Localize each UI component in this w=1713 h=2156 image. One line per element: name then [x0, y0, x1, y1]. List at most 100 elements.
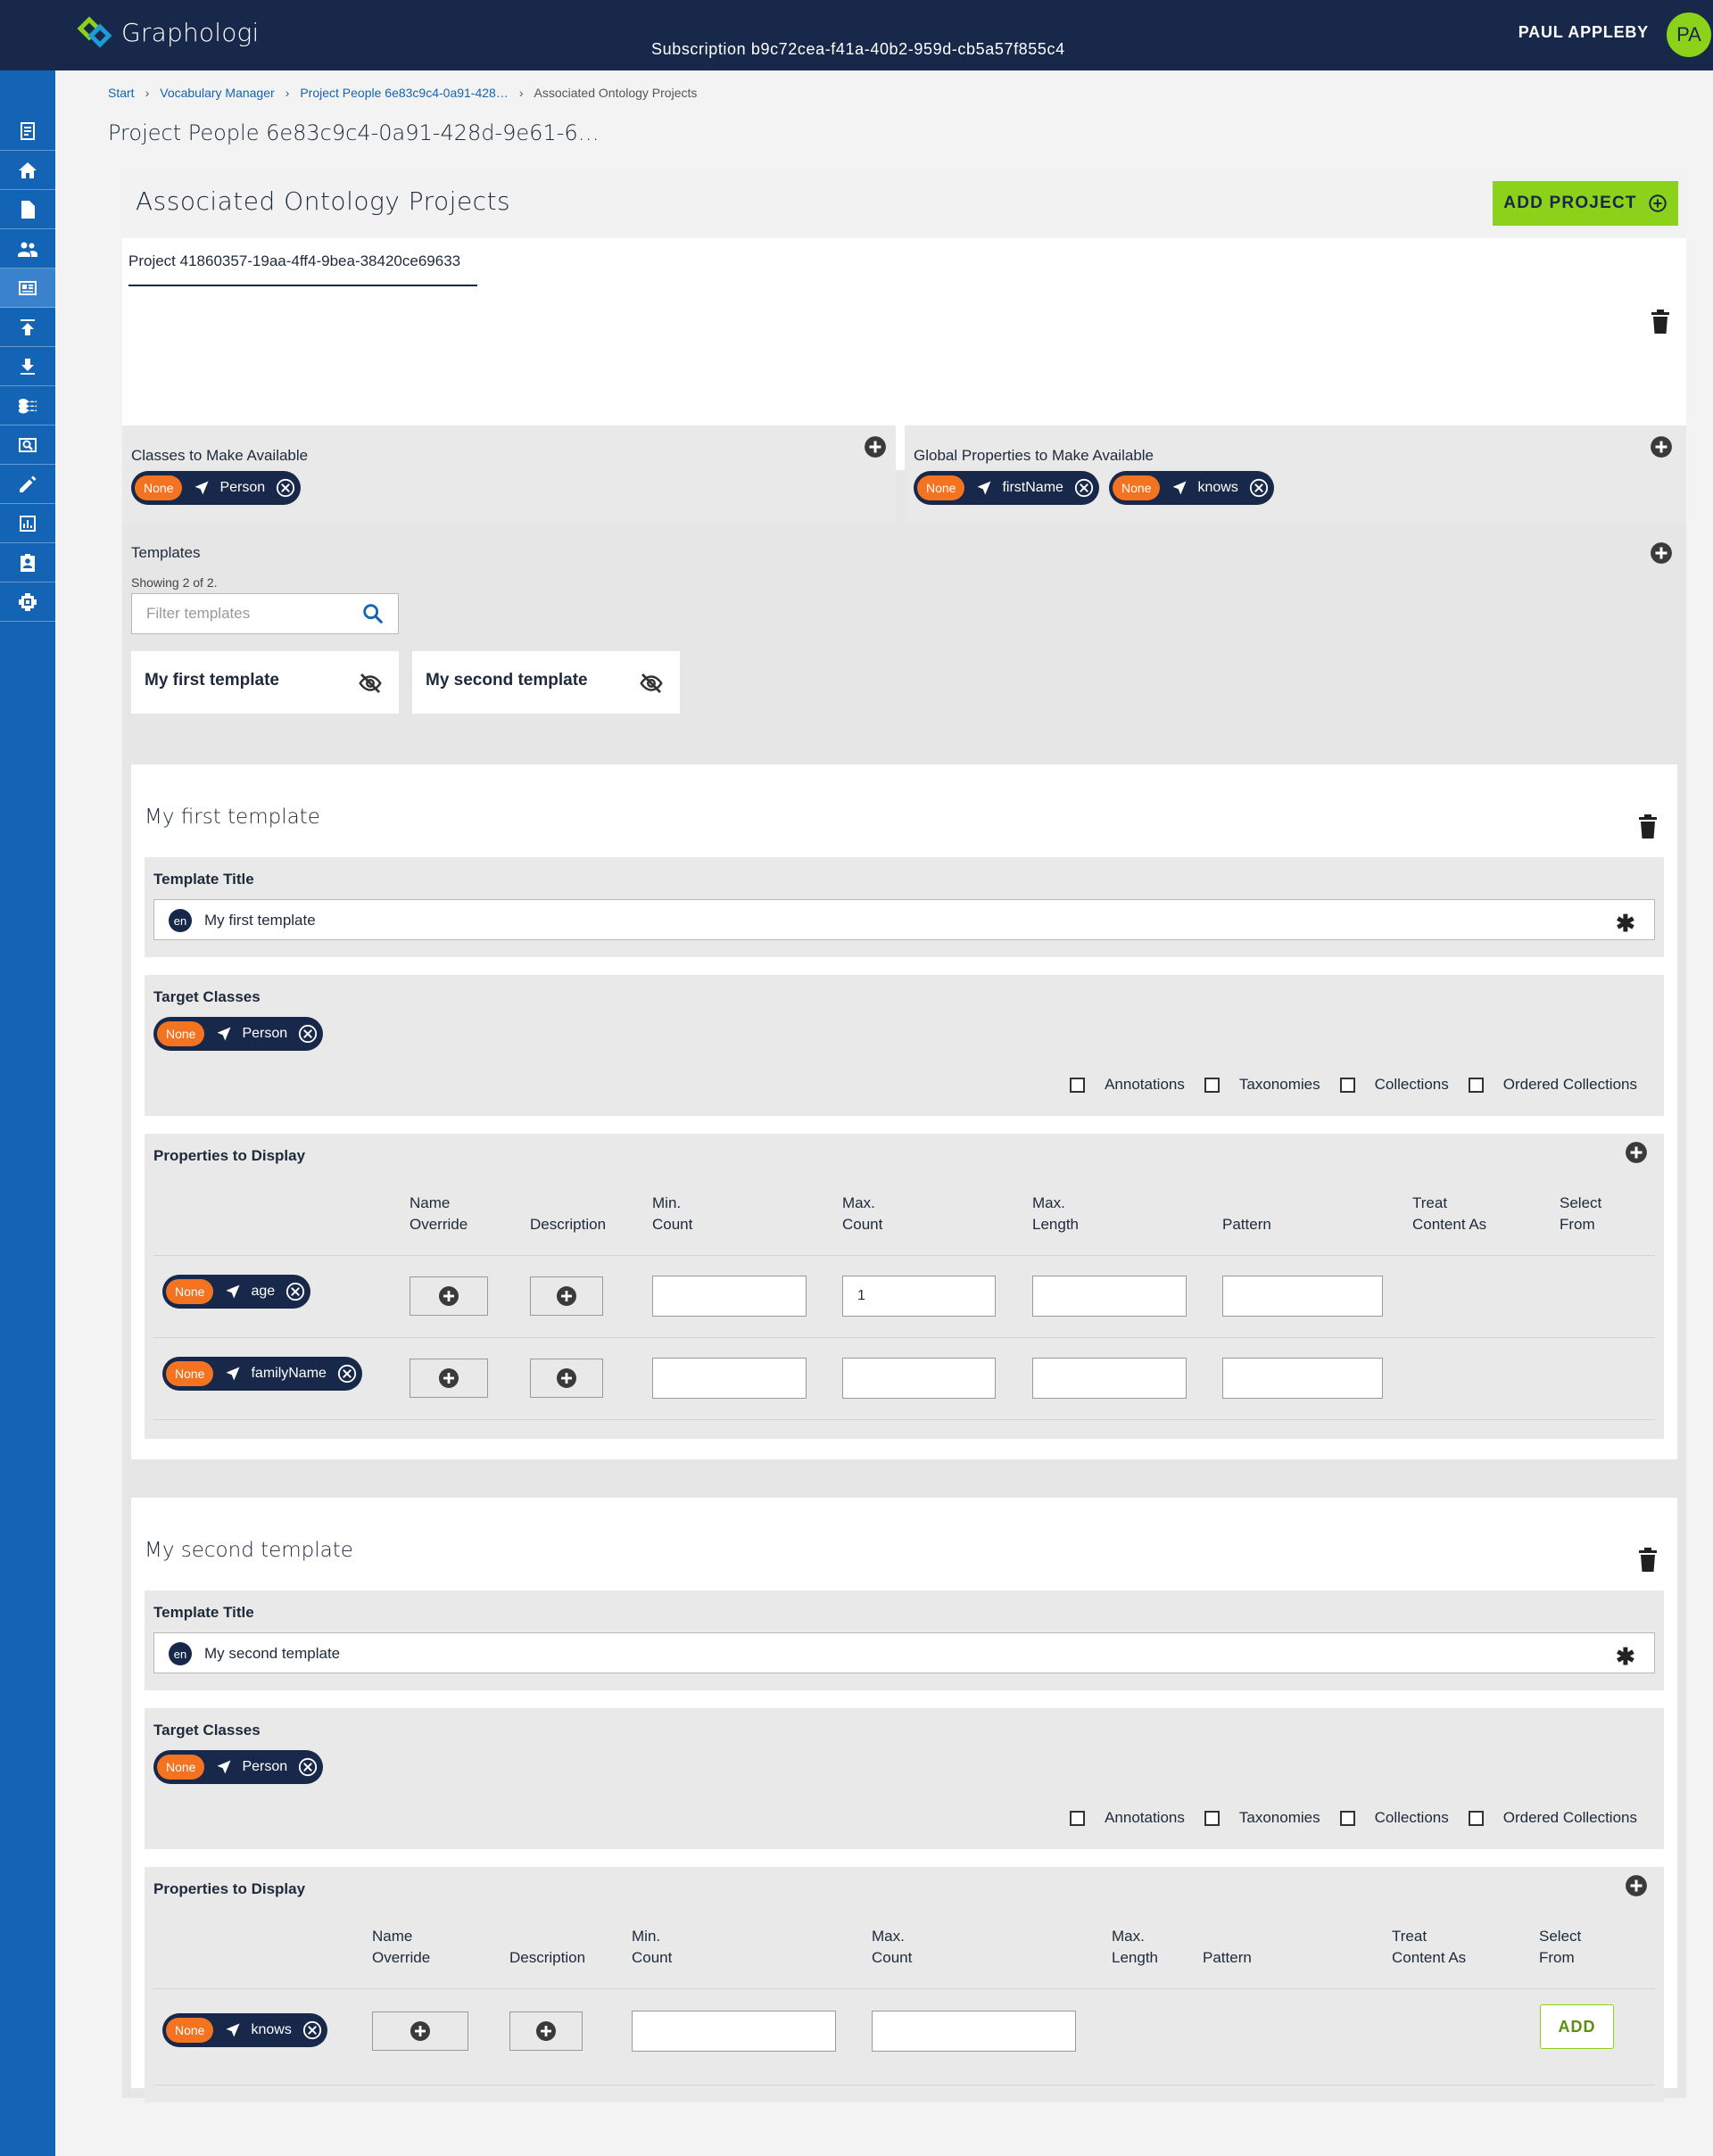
checkbox-box[interactable] — [1468, 1810, 1484, 1826]
template-card[interactable]: My first template — [131, 651, 399, 714]
delete-template-icon[interactable] — [1637, 1548, 1659, 1573]
dashboard-icon[interactable] — [0, 268, 55, 308]
select-from-add-button[interactable]: ADD — [1540, 2004, 1614, 2049]
remove-chip-icon[interactable] — [302, 2020, 322, 2040]
edit-icon[interactable] — [0, 465, 55, 504]
name-override-add-button[interactable] — [372, 2011, 468, 2051]
checkbox-box[interactable] — [1339, 1810, 1355, 1826]
template-title-field[interactable]: en My second template ✱ — [153, 1632, 1655, 1673]
filter-templates-field[interactable] — [131, 593, 399, 634]
checkbox-box[interactable] — [1070, 1810, 1086, 1826]
navigate-arrow-icon[interactable] — [975, 479, 993, 497]
breadcrumb-vocabulary-manager[interactable]: Vocabulary Manager — [160, 86, 274, 100]
settings-icon[interactable] — [0, 582, 55, 622]
property-chip[interactable]: None familyName — [162, 1357, 362, 1391]
checkbox-box[interactable] — [1339, 1077, 1355, 1093]
checkbox-box[interactable] — [1204, 1810, 1220, 1826]
chip-label: firstName — [1002, 480, 1063, 495]
delete-project-icon[interactable] — [1650, 310, 1671, 335]
global-property-chip[interactable]: None knows — [1109, 471, 1274, 505]
add-property-icon[interactable] — [1625, 1141, 1648, 1164]
breadcrumb-start[interactable]: Start — [108, 86, 135, 100]
remove-chip-icon[interactable] — [1249, 478, 1269, 498]
taxonomies-checkbox[interactable]: Taxonomies — [1204, 1809, 1320, 1827]
max-length-input[interactable] — [1032, 1276, 1187, 1317]
collections-checkbox[interactable]: Collections — [1339, 1076, 1449, 1094]
max-length-input[interactable] — [1032, 1358, 1187, 1399]
annotations-checkbox[interactable]: Annotations — [1070, 1809, 1185, 1827]
max-count-input[interactable]: 1 — [842, 1276, 996, 1317]
add-template-icon[interactable] — [1650, 541, 1673, 565]
language-badge[interactable]: en — [169, 909, 192, 932]
document-icon[interactable] — [0, 112, 55, 151]
navigate-arrow-icon[interactable] — [215, 1025, 233, 1043]
remove-chip-icon[interactable] — [276, 478, 295, 498]
remove-chip-icon[interactable] — [286, 1282, 305, 1301]
navigate-arrow-icon[interactable] — [224, 2021, 242, 2039]
min-count-input[interactable] — [632, 2011, 836, 2052]
search-icon[interactable] — [0, 425, 55, 465]
column-name-override: Name Override — [372, 1928, 431, 1966]
breadcrumb-project[interactable]: Project People 6e83c9c4-0a91-428… — [300, 86, 509, 100]
checkbox-box[interactable] — [1204, 1077, 1220, 1093]
min-count-input[interactable] — [652, 1358, 807, 1399]
remove-chip-icon[interactable] — [298, 1757, 318, 1777]
max-count-input[interactable] — [872, 2011, 1076, 2052]
delete-template-icon[interactable] — [1637, 814, 1659, 839]
name-override-add-button[interactable] — [410, 1359, 488, 1398]
download-icon[interactable] — [0, 347, 55, 386]
ordered-collections-checkbox[interactable]: Ordered Collections — [1468, 1809, 1637, 1827]
target-class-chip[interactable]: None Person — [153, 1017, 324, 1051]
max-count-input[interactable] — [842, 1358, 996, 1399]
navigate-arrow-icon[interactable] — [193, 479, 211, 497]
add-property-icon[interactable] — [1625, 1874, 1648, 1897]
visibility-off-icon[interactable] — [357, 670, 384, 697]
upload-icon[interactable] — [0, 308, 55, 347]
add-project-button[interactable]: ADD PROJECT — [1493, 181, 1678, 226]
visibility-off-icon[interactable] — [638, 670, 665, 697]
pattern-input[interactable] — [1222, 1358, 1383, 1399]
people-icon[interactable] — [0, 229, 55, 268]
pattern-input[interactable] — [1222, 1276, 1383, 1317]
target-class-chip[interactable]: None Person — [153, 1750, 324, 1784]
badge-icon[interactable] — [0, 543, 55, 582]
search-icon[interactable] — [360, 601, 385, 626]
description-add-button[interactable] — [530, 1359, 603, 1398]
navigate-arrow-icon[interactable] — [215, 1758, 233, 1776]
checkbox-box[interactable] — [1468, 1077, 1484, 1093]
add-class-icon[interactable] — [864, 435, 887, 458]
property-chip[interactable]: None age — [162, 1275, 311, 1309]
filter-templates-input[interactable] — [132, 594, 346, 633]
file-icon[interactable] — [0, 190, 55, 229]
tab-project[interactable]: Project 41860357-19aa-4ff4-9bea-38420ce6… — [128, 252, 477, 286]
description-add-button[interactable] — [509, 2011, 583, 2051]
template-card[interactable]: My second template — [412, 651, 680, 714]
avatar[interactable]: PA — [1667, 12, 1711, 57]
chip-none-badge: None — [157, 1021, 205, 1046]
navigate-arrow-icon[interactable] — [224, 1365, 242, 1383]
description-add-button[interactable] — [530, 1276, 603, 1316]
waves-icon[interactable] — [0, 386, 55, 425]
add-global-property-icon[interactable] — [1650, 435, 1673, 458]
template-title-field[interactable]: en My first template ✱ — [153, 899, 1655, 940]
min-count-input[interactable] — [652, 1276, 807, 1317]
property-chip[interactable]: None knows — [162, 2013, 327, 2047]
collections-checkbox[interactable]: Collections — [1339, 1809, 1449, 1827]
annotations-checkbox[interactable]: Annotations — [1070, 1076, 1185, 1094]
home-icon[interactable] — [0, 151, 55, 190]
remove-chip-icon[interactable] — [298, 1024, 318, 1044]
name-override-add-button[interactable] — [410, 1276, 488, 1316]
checkbox-box[interactable] — [1070, 1077, 1086, 1093]
navigate-arrow-icon[interactable] — [224, 1283, 242, 1301]
navigate-arrow-icon[interactable] — [1171, 479, 1188, 497]
user-name[interactable]: PAUL APPLEBY — [1519, 23, 1649, 42]
app-logo[interactable]: Graphologi — [77, 16, 260, 48]
class-chip[interactable]: None Person — [131, 471, 302, 505]
ordered-collections-checkbox[interactable]: Ordered Collections — [1468, 1076, 1637, 1094]
chart-icon[interactable] — [0, 504, 55, 543]
remove-chip-icon[interactable] — [1074, 478, 1094, 498]
remove-chip-icon[interactable] — [337, 1364, 357, 1384]
language-badge[interactable]: en — [169, 1642, 192, 1665]
taxonomies-checkbox[interactable]: Taxonomies — [1204, 1076, 1320, 1094]
global-property-chip[interactable]: None firstName — [914, 471, 1099, 505]
